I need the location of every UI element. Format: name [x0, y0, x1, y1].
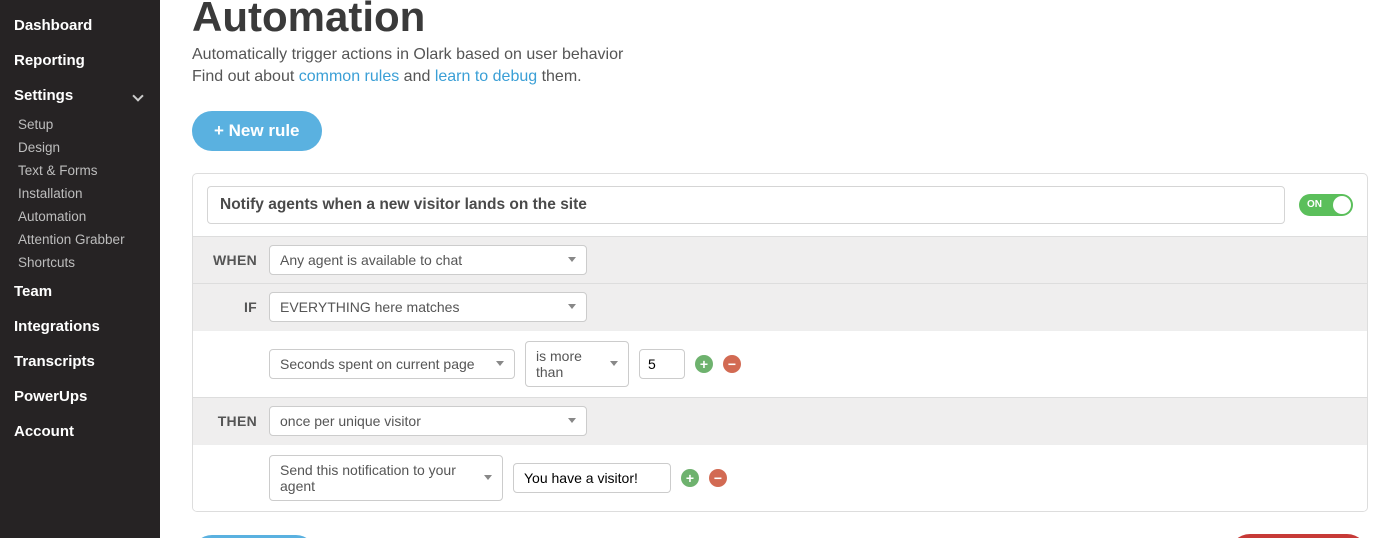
chevron-down-icon	[568, 304, 576, 309]
chevron-down-icon	[568, 257, 576, 262]
main-content: Automation Automatically trigger actions…	[160, 0, 1400, 538]
new-rule-button[interactable]: + New rule	[192, 111, 322, 151]
nav-attention-grabber[interactable]: Attention Grabber	[0, 228, 160, 251]
if-match-select[interactable]: EVERYTHING here matches	[269, 292, 587, 322]
nav-automation[interactable]: Automation	[0, 205, 160, 228]
toggle-knob-icon	[1333, 196, 1351, 214]
nav-settings[interactable]: Settings	[0, 78, 160, 113]
rule-name-input[interactable]	[207, 186, 1285, 224]
then-freq-select[interactable]: once per unique visitor	[269, 406, 587, 436]
if-label: IF	[207, 299, 257, 315]
condition-field-select[interactable]: Seconds spent on current page	[269, 349, 515, 379]
if-condition-row: Seconds spent on current page is more th…	[193, 330, 1367, 397]
chevron-down-icon	[132, 90, 143, 101]
nav-account[interactable]: Account	[0, 414, 160, 449]
rule-toggle[interactable]: ON	[1299, 194, 1353, 216]
nav-integrations[interactable]: Integrations	[0, 309, 160, 344]
add-condition-button[interactable]: +	[695, 355, 713, 373]
nav-design[interactable]: Design	[0, 136, 160, 159]
nav-installation[interactable]: Installation	[0, 182, 160, 205]
condition-value-input[interactable]	[639, 349, 685, 379]
remove-condition-button[interactable]: −	[723, 355, 741, 373]
chevron-down-icon	[568, 418, 576, 423]
nav-powerups[interactable]: PowerUps	[0, 379, 160, 414]
rule-editor: ON WHEN Any agent is available to chat I…	[192, 173, 1368, 512]
nav-shortcuts[interactable]: Shortcuts	[0, 251, 160, 274]
chevron-down-icon	[496, 361, 504, 366]
link-common-rules[interactable]: common rules	[299, 68, 399, 85]
toggle-on-label: ON	[1307, 199, 1322, 210]
chevron-down-icon	[610, 361, 618, 366]
condition-op-select[interactable]: is more than	[525, 341, 629, 387]
nav-dashboard[interactable]: Dashboard	[0, 8, 160, 43]
then-action-row: Send this notification to your agent + −	[193, 444, 1367, 511]
when-select[interactable]: Any agent is available to chat	[269, 245, 587, 275]
action-message-input[interactable]	[513, 463, 671, 493]
page-title: Automation	[192, 0, 1368, 38]
nav-setup[interactable]: Setup	[0, 113, 160, 136]
nav-transcripts[interactable]: Transcripts	[0, 344, 160, 379]
action-type-select[interactable]: Send this notification to your agent	[269, 455, 503, 501]
sidebar: Dashboard Reporting Settings Setup Desig…	[0, 0, 160, 538]
chevron-down-icon	[484, 475, 492, 480]
link-learn-debug[interactable]: learn to debug	[435, 68, 537, 85]
delete-rule-button[interactable]: Delete rule	[1229, 534, 1368, 538]
nav-text-forms[interactable]: Text & Forms	[0, 159, 160, 182]
when-label: WHEN	[207, 252, 257, 268]
then-label: THEN	[207, 413, 257, 429]
rule-actions: Save rule Close Delete rule	[192, 534, 1368, 538]
page-subtitle: Automatically trigger actions in Olark b…	[192, 44, 1368, 89]
nav-team[interactable]: Team	[0, 274, 160, 309]
add-action-button[interactable]: +	[681, 469, 699, 487]
remove-action-button[interactable]: −	[709, 469, 727, 487]
nav-reporting[interactable]: Reporting	[0, 43, 160, 78]
